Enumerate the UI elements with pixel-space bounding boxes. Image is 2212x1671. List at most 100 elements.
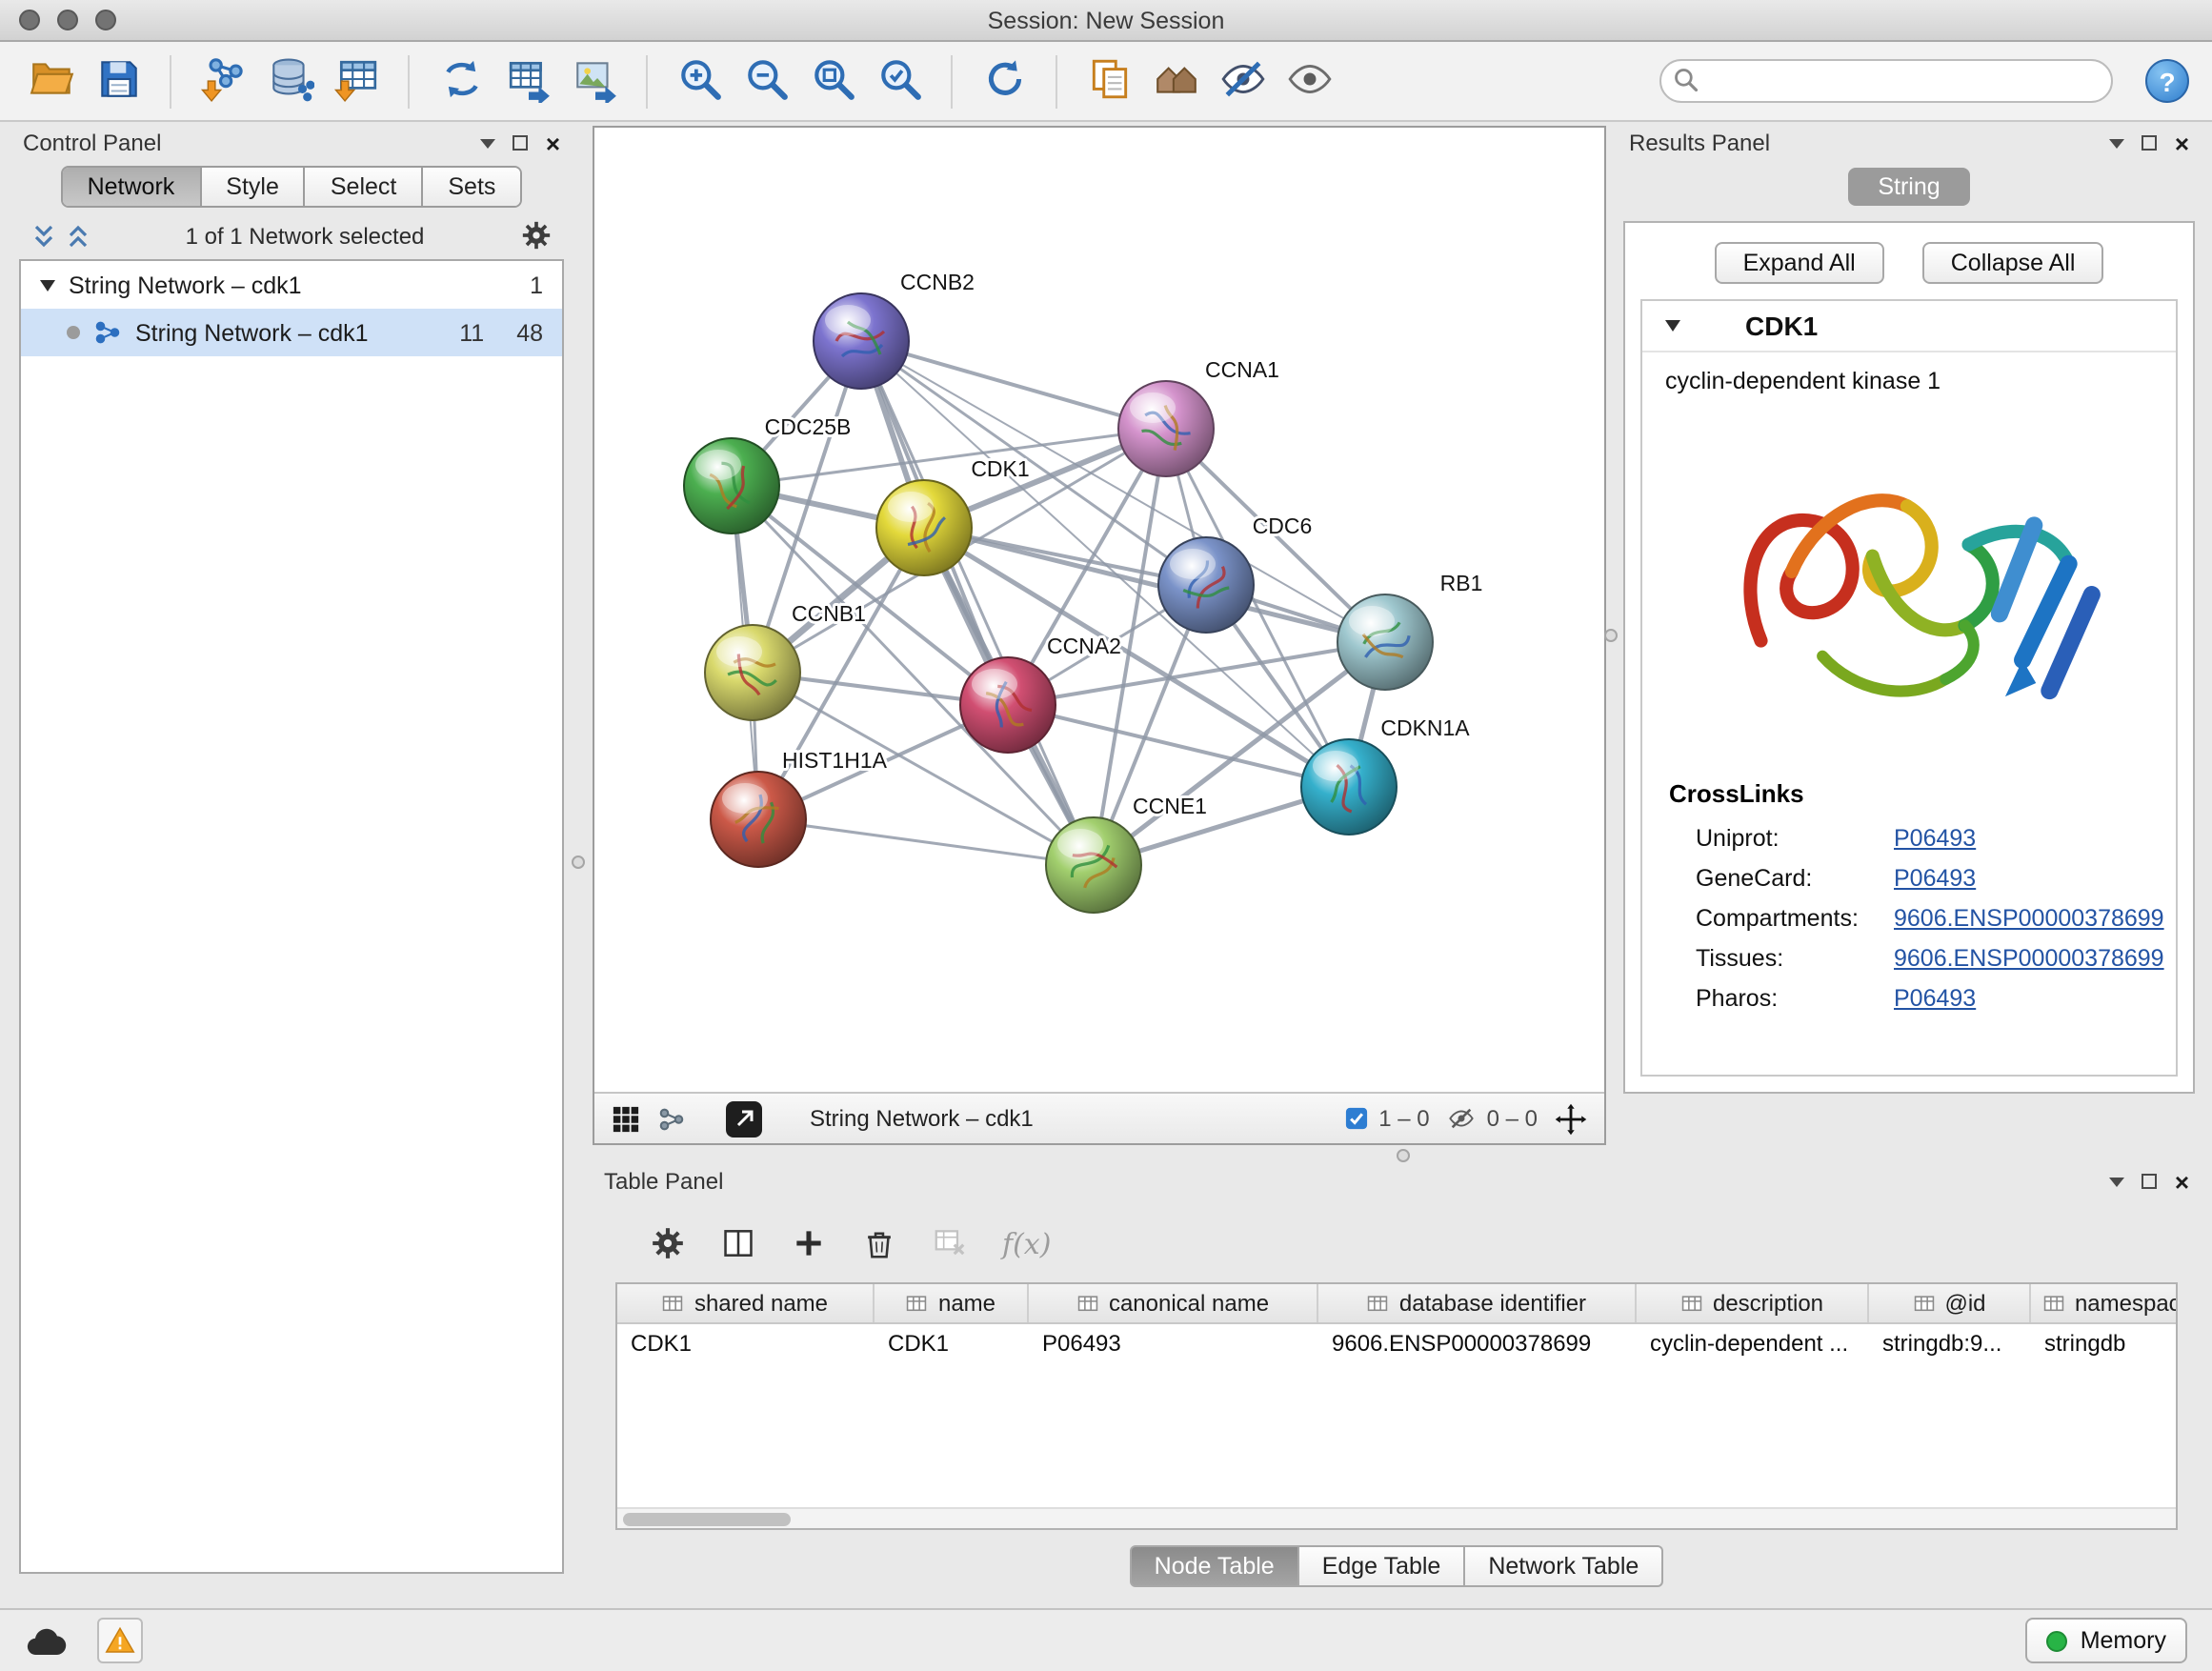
float-panel-icon[interactable]: [481, 138, 496, 148]
close-window-button[interactable]: [19, 10, 40, 30]
cell-namespace[interactable]: stringdb: [2031, 1324, 2178, 1364]
crosslink-link[interactable]: P06493: [1894, 984, 1976, 1011]
collapse-all-icon[interactable]: [30, 223, 57, 250]
float-panel-icon[interactable]: [2110, 138, 2125, 148]
table-row[interactable]: CDK1 CDK1 P06493 9606.ENSP00000378699 cy…: [617, 1324, 2176, 1364]
save-session-button[interactable]: [90, 49, 147, 113]
cell-name[interactable]: CDK1: [875, 1324, 1029, 1364]
refresh-view-button[interactable]: [975, 49, 1033, 113]
close-panel-icon[interactable]: ×: [546, 131, 560, 155]
show-columns-button[interactable]: [720, 1225, 756, 1261]
delete-table-button[interactable]: [932, 1225, 968, 1261]
entry-caret-icon[interactable]: [1665, 320, 1680, 332]
add-column-button[interactable]: [791, 1225, 827, 1261]
function-builder-button[interactable]: f(x): [1002, 1226, 1051, 1260]
tab-network[interactable]: Network: [63, 168, 202, 206]
export-image-button[interactable]: [566, 49, 623, 113]
network-node-RB1[interactable]: [1337, 594, 1433, 690]
tab-string[interactable]: String: [1847, 168, 1970, 206]
import-network-database-button[interactable]: [261, 49, 318, 113]
close-panel-icon[interactable]: ×: [2175, 131, 2189, 155]
column-header-canonical-name[interactable]: canonical name: [1029, 1284, 1318, 1322]
bottom-splitter-handle[interactable]: [1397, 1149, 1410, 1162]
network-node-CDC6[interactable]: [1158, 537, 1254, 633]
crosslink-link[interactable]: P06493: [1894, 824, 1976, 851]
search-input[interactable]: [1659, 59, 2113, 103]
tab-edge-table[interactable]: Edge Table: [1299, 1545, 1466, 1587]
expand-all-button[interactable]: Expand All: [1715, 242, 1884, 284]
network-node-CDK1[interactable]: [876, 480, 972, 575]
network-node-CCNA2[interactable]: [960, 657, 1056, 753]
undock-panel-icon[interactable]: [2142, 1174, 2158, 1189]
network-node-CCNB1[interactable]: [705, 625, 800, 720]
column-header-name[interactable]: name: [875, 1284, 1029, 1322]
column-header-namespace[interactable]: namespace: [2031, 1284, 2178, 1322]
cell-canonical-name[interactable]: P06493: [1029, 1324, 1318, 1364]
grid-view-button[interactable]: [612, 1104, 640, 1133]
tab-sets[interactable]: Sets: [423, 168, 520, 206]
network-canvas[interactable]: CCNB2CCNA1CDC25BCDK1CDC6RB1CCNB1CCNA2CDK…: [594, 128, 1604, 1092]
zoom-fit-button[interactable]: [804, 49, 861, 113]
float-panel-icon[interactable]: [2110, 1177, 2125, 1186]
right-splitter-handle[interactable]: [1604, 629, 1618, 642]
delete-column-button[interactable]: [861, 1225, 897, 1261]
network-node-CDKN1A[interactable]: [1301, 739, 1397, 835]
zoom-window-button[interactable]: [95, 10, 116, 30]
pan-mode-button[interactable]: [1555, 1102, 1587, 1135]
network-row[interactable]: String Network – cdk1 11 48: [21, 309, 562, 356]
birdseye-view-button[interactable]: [657, 1104, 686, 1133]
tab-node-table[interactable]: Node Table: [1130, 1545, 1299, 1587]
show-hidden-button[interactable]: [1280, 49, 1337, 113]
copy-style-button[interactable]: [1080, 49, 1137, 113]
crosslink-link[interactable]: P06493: [1894, 864, 1976, 891]
zoom-selected-button[interactable]: [871, 49, 928, 113]
open-session-button[interactable]: [23, 49, 80, 113]
network-collection-row[interactable]: String Network – cdk1 1: [21, 261, 562, 309]
network-canvas-area[interactable]: CCNB2CCNA1CDC25BCDK1CDC6RB1CCNB1CCNA2CDK…: [594, 128, 1604, 1092]
tab-network-table[interactable]: Network Table: [1465, 1545, 1663, 1587]
undock-panel-icon[interactable]: [2142, 135, 2158, 151]
tree-caret-icon[interactable]: [40, 279, 55, 291]
tab-select[interactable]: Select: [306, 168, 424, 206]
open-in-new-window-button[interactable]: [726, 1100, 762, 1137]
column-header-id[interactable]: @id: [1869, 1284, 2031, 1322]
crosslink-link[interactable]: 9606.ENSP00000378699: [1894, 944, 2164, 971]
column-header-database-identifier[interactable]: database identifier: [1318, 1284, 1637, 1322]
horizontal-scrollbar[interactable]: [617, 1507, 2176, 1528]
cell-database-identifier[interactable]: 9606.ENSP00000378699: [1318, 1324, 1637, 1364]
collapse-all-button[interactable]: Collapse All: [1922, 242, 2104, 284]
minimize-window-button[interactable]: [57, 10, 78, 30]
expand-all-icon[interactable]: [65, 223, 91, 250]
show-panels-button[interactable]: [1147, 49, 1204, 113]
cell-description[interactable]: cyclin-dependent ...: [1637, 1324, 1869, 1364]
node-entry-header[interactable]: CDK1: [1642, 301, 2176, 352]
memory-button[interactable]: Memory: [2025, 1618, 2187, 1663]
network-node-CCNE1[interactable]: [1046, 817, 1141, 913]
network-node-HIST1H1A[interactable]: [711, 772, 806, 867]
undock-panel-icon[interactable]: [513, 135, 529, 151]
scrollbar-thumb[interactable]: [623, 1513, 791, 1526]
network-node-CDC25B[interactable]: [684, 438, 779, 534]
left-splitter-handle[interactable]: [572, 856, 585, 869]
column-header-description[interactable]: description: [1637, 1284, 1869, 1322]
cell-id[interactable]: stringdb:9...: [1869, 1324, 2031, 1364]
help-button[interactable]: ?: [2145, 59, 2189, 103]
import-table-button[interactable]: [328, 49, 385, 113]
network-node-CCNA1[interactable]: [1118, 381, 1214, 476]
network-options-button[interactable]: [518, 219, 553, 253]
zoom-in-button[interactable]: [671, 49, 728, 113]
column-header-shared-name[interactable]: shared name: [617, 1284, 875, 1322]
import-network-file-button[interactable]: [194, 49, 251, 113]
warnings-button[interactable]: [97, 1618, 143, 1663]
hide-selected-button[interactable]: [1214, 49, 1271, 113]
close-panel-icon[interactable]: ×: [2175, 1169, 2189, 1194]
table-options-button[interactable]: [650, 1225, 686, 1261]
cloud-status-icon[interactable]: [25, 1623, 70, 1658]
zoom-out-button[interactable]: [737, 49, 794, 113]
tab-style[interactable]: Style: [201, 168, 306, 206]
cell-shared-name[interactable]: CDK1: [617, 1324, 875, 1364]
network-node-CCNB2[interactable]: [814, 293, 909, 389]
export-network-button[interactable]: [432, 49, 490, 113]
crosslink-link[interactable]: 9606.ENSP00000378699: [1894, 904, 2164, 931]
export-table-button[interactable]: [499, 49, 556, 113]
